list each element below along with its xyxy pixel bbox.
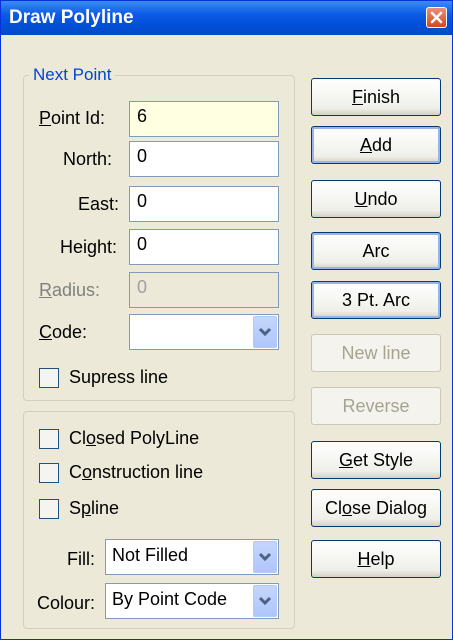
close-dialog-button[interactable]: Close Dialog	[311, 489, 441, 527]
colour-dropdown[interactable]: By Point Code	[105, 583, 279, 619]
closed-polyline-label: Closed PolyLine	[69, 428, 200, 448]
code-dropdown[interactable]	[129, 314, 279, 350]
fill-value: Not Filled	[112, 545, 189, 565]
fill-label: Fill:	[67, 549, 95, 569]
point-id-label: Point Id:	[39, 108, 106, 128]
closed-polyline-checkbox[interactable]	[39, 429, 59, 449]
height-field[interactable]: 0	[129, 229, 279, 265]
get-style-button[interactable]: Get Style	[311, 441, 441, 479]
east-label: East:	[78, 194, 120, 214]
spline-checkbox[interactable]	[39, 499, 59, 519]
construction-line-label: Construction line	[69, 462, 204, 482]
finish-button[interactable]: Finish	[311, 78, 441, 116]
title-bar[interactable]: Draw Polyline	[1, 1, 452, 35]
reverse-button: Reverse	[311, 387, 441, 425]
chevron-down-icon[interactable]	[253, 585, 277, 617]
arc-button[interactable]: Arc	[311, 232, 441, 270]
height-label: Height:	[60, 237, 118, 257]
east-field[interactable]: 0	[129, 186, 279, 222]
supress-line-label: Supress line	[69, 367, 169, 387]
chevron-down-icon[interactable]	[253, 541, 277, 573]
north-label: North:	[63, 149, 113, 169]
radius-label: Radius:	[39, 280, 101, 300]
window-title: Draw Polyline	[9, 7, 134, 28]
chevron-down-icon[interactable]	[253, 316, 277, 348]
next-point-legend: Next Point	[29, 65, 116, 85]
colour-value: By Point Code	[112, 589, 228, 609]
colour-label: Colour:	[37, 593, 96, 613]
north-field[interactable]: 0	[129, 141, 279, 177]
new-line-button: New line	[311, 334, 441, 372]
code-label: Code:	[39, 322, 88, 342]
construction-line-checkbox[interactable]	[39, 463, 59, 483]
undo-button[interactable]: Undo	[311, 180, 441, 218]
point-id-field[interactable]: 6	[129, 101, 279, 137]
add-button[interactable]: Add	[311, 126, 441, 164]
draw-polyline-dialog: Draw Polyline Next Point Point Id: 6 Nor…	[0, 0, 453, 640]
spline-label: Spline	[69, 498, 120, 518]
radius-field: 0	[129, 272, 279, 308]
help-button[interactable]: Help	[311, 540, 441, 578]
fill-dropdown[interactable]: Not Filled	[105, 539, 279, 575]
three-pt-arc-button[interactable]: 3 Pt. Arc	[311, 281, 441, 319]
supress-line-checkbox[interactable]	[39, 368, 59, 388]
close-icon	[430, 11, 443, 24]
close-window-button[interactable]	[426, 7, 447, 28]
